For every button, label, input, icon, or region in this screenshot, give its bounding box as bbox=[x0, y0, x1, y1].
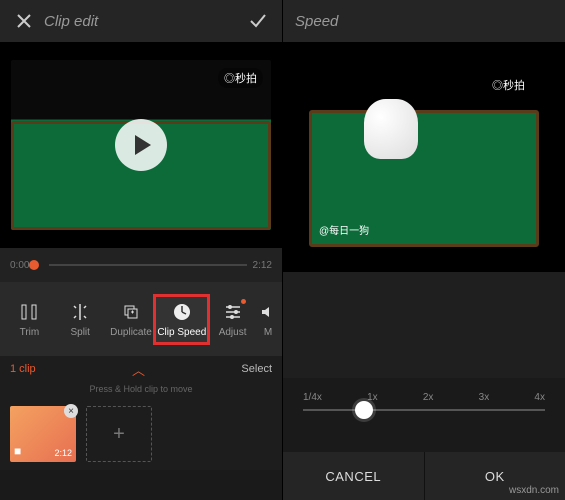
speed-slider[interactable]: 1/4x 1x 2x 3x 4x bbox=[283, 378, 565, 411]
clip-thumbnails: × ■ 2:12 + bbox=[0, 398, 282, 470]
spacer bbox=[283, 272, 565, 378]
speed-screen: Speed ◎秒拍 @每日一狗 1/4x 1x 2x 3x 4x CANCEL … bbox=[283, 0, 565, 500]
select-button[interactable]: Select bbox=[241, 363, 272, 375]
play-icon[interactable] bbox=[115, 119, 167, 171]
slider-knob[interactable] bbox=[355, 401, 373, 419]
clip-speed-icon bbox=[171, 301, 193, 323]
page-watermark: wsxdn.com bbox=[509, 485, 559, 496]
time-end: 2:12 bbox=[253, 260, 272, 271]
tool-adjust[interactable]: Adjust bbox=[207, 297, 258, 342]
watermark-badge: ◎秒拍 bbox=[218, 68, 263, 88]
tool-split[interactable]: Split bbox=[55, 297, 106, 342]
tick-label: 2x bbox=[423, 392, 434, 403]
clip-count: 1 clip bbox=[10, 363, 36, 375]
confirm-icon[interactable] bbox=[246, 9, 270, 33]
split-icon bbox=[69, 301, 91, 323]
speed-ticks: 1/4x 1x 2x 3x 4x bbox=[303, 392, 545, 403]
timeline-track[interactable] bbox=[49, 264, 246, 266]
tool-more[interactable]: M bbox=[258, 297, 278, 342]
time-start: 0:00 bbox=[10, 260, 29, 271]
cancel-button[interactable]: CANCEL bbox=[283, 452, 424, 500]
clip-hint: Press & Hold clip to move bbox=[0, 382, 282, 398]
volume-icon bbox=[257, 301, 279, 323]
playhead-icon[interactable] bbox=[29, 260, 39, 270]
watermark-badge: ◎秒拍 bbox=[486, 75, 531, 95]
tick-label: 3x bbox=[479, 392, 490, 403]
clip-duration: 2:12 bbox=[54, 448, 72, 458]
tick-label: 1/4x bbox=[303, 392, 322, 403]
trim-icon bbox=[18, 301, 40, 323]
tool-trim[interactable]: Trim bbox=[4, 297, 55, 342]
clip-thumbnail[interactable]: × ■ 2:12 bbox=[10, 406, 76, 462]
camera-icon: ■ bbox=[14, 444, 21, 458]
slider-track[interactable] bbox=[303, 409, 545, 411]
remove-clip-icon[interactable]: × bbox=[64, 404, 78, 418]
tick-label: 1x bbox=[367, 392, 378, 403]
clip-row-header: 1 clip ︿ Select bbox=[0, 356, 282, 382]
video-preview[interactable]: ◎秒拍 bbox=[0, 42, 282, 248]
screen-title: Clip edit bbox=[36, 13, 246, 30]
add-clip-button[interactable]: + bbox=[86, 406, 152, 462]
adjust-icon bbox=[222, 301, 244, 323]
chevron-up-icon[interactable]: ︿ bbox=[36, 360, 242, 379]
close-icon[interactable] bbox=[12, 9, 36, 33]
screen-title: Speed bbox=[295, 13, 553, 30]
clip-edit-screen: Clip edit ◎秒拍 0:00 2:12 Trim Split bbox=[0, 0, 283, 500]
tool-duplicate[interactable]: Duplicate bbox=[106, 297, 157, 342]
header-right: Speed bbox=[283, 0, 565, 42]
tick-label: 4x bbox=[534, 392, 545, 403]
tool-bar: Trim Split Duplicate Clip Speed Adjust bbox=[0, 282, 282, 356]
header-left: Clip edit bbox=[0, 0, 282, 42]
watermark-caption: @每日一狗 bbox=[319, 222, 369, 237]
duplicate-icon bbox=[120, 301, 142, 323]
tool-clip-speed[interactable]: Clip Speed bbox=[156, 297, 207, 342]
timeline[interactable]: 0:00 2:12 bbox=[0, 248, 282, 282]
video-preview[interactable]: ◎秒拍 @每日一狗 bbox=[283, 42, 565, 272]
